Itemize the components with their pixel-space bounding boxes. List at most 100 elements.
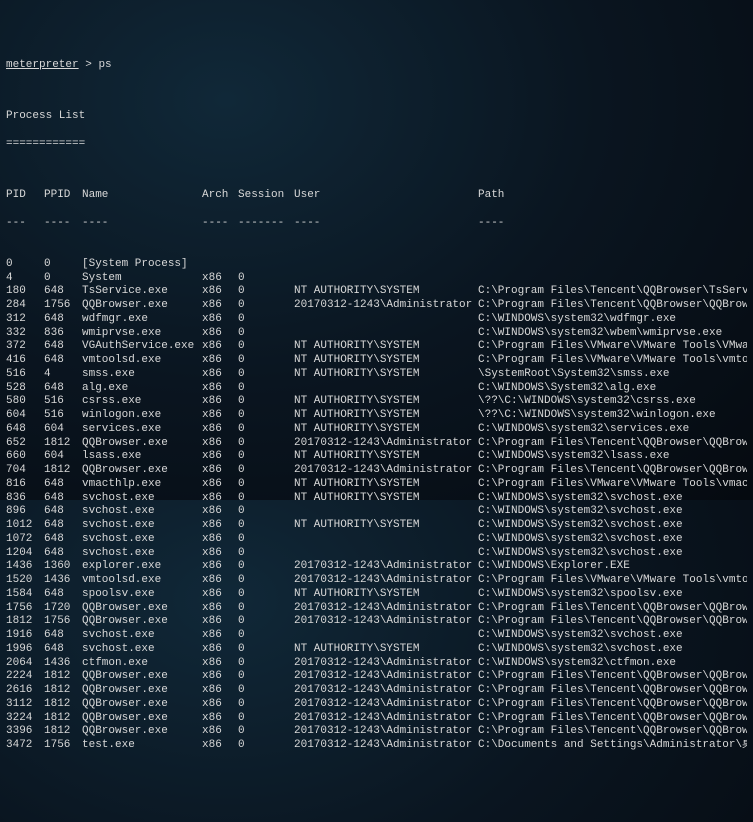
cell-name: ctfmon.exe <box>82 657 202 671</box>
cell-session: 0 <box>238 313 294 327</box>
cell-pid: 1584 <box>6 588 44 602</box>
title-rule: ============ <box>6 138 747 152</box>
cell-user: 20170312-1243\Administrator <box>294 739 478 753</box>
cell-path: C:\Program Files\Tencent\QQBrowser\QQBro… <box>478 712 747 726</box>
cell-arch: x86 <box>202 478 238 492</box>
hdr-arch: Arch <box>202 189 238 203</box>
cell-path: C:\WINDOWS\system32\svchost.exe <box>478 547 747 561</box>
cell-arch: x86 <box>202 602 238 616</box>
cell-arch: x86 <box>202 698 238 712</box>
cell-name: svchost.exe <box>82 519 202 533</box>
cell-user <box>294 629 478 643</box>
cell-user <box>294 547 478 561</box>
cell-ppid: 648 <box>44 285 82 299</box>
cell-user: 20170312-1243\Administrator <box>294 560 478 574</box>
cell-arch: x86 <box>202 629 238 643</box>
cell-pid: 1996 <box>6 643 44 657</box>
table-row: 40Systemx860 <box>6 272 747 286</box>
cell-name: services.exe <box>82 423 202 437</box>
table-row: 896648svchost.exex860C:\WINDOWS\system32… <box>6 505 747 519</box>
cell-session: 0 <box>238 368 294 382</box>
cell-name: svchost.exe <box>82 533 202 547</box>
cell-pid: 648 <box>6 423 44 437</box>
cell-session: 0 <box>238 299 294 313</box>
table-row: 6521812QQBrowser.exex86020170312-1243\Ad… <box>6 437 747 451</box>
cell-path: C:\Program Files\Tencent\QQBrowser\TsSer… <box>478 285 747 299</box>
process-list-title: Process List <box>6 110 747 124</box>
table-row: 17561720QQBrowser.exex86020170312-1243\A… <box>6 602 747 616</box>
cell-session: 0 <box>238 615 294 629</box>
cell-name: smss.exe <box>82 368 202 382</box>
table-row: 580516csrss.exex860NT AUTHORITY\SYSTEM\?… <box>6 395 747 409</box>
cell-pid: 0 <box>6 258 44 272</box>
cell-user: 20170312-1243\Administrator <box>294 464 478 478</box>
prompt-label: meterpreter <box>6 59 79 71</box>
cell-arch: x86 <box>202 670 238 684</box>
cell-pid: 2064 <box>6 657 44 671</box>
cell-arch: x86 <box>202 547 238 561</box>
hdr-pid: PID <box>6 189 44 203</box>
cell-ppid: 648 <box>44 478 82 492</box>
cell-user <box>294 272 478 286</box>
cell-ppid: 648 <box>44 533 82 547</box>
hdr-path: Path <box>478 189 747 203</box>
cell-path: C:\Program Files\VMware\VMware Tools\vmt… <box>478 574 747 588</box>
cell-pid: 516 <box>6 368 44 382</box>
cell-ppid: 648 <box>44 643 82 657</box>
cell-path: C:\Program Files\Tencent\QQBrowser\QQBro… <box>478 684 747 698</box>
cell-path: C:\Program Files\VMware\VMware Tools\vmt… <box>478 354 747 368</box>
cell-user <box>294 533 478 547</box>
cell-pid: 1072 <box>6 533 44 547</box>
cell-name: test.exe <box>82 739 202 753</box>
cell-path: C:\WINDOWS\system32\lsass.exe <box>478 450 747 464</box>
cell-session: 0 <box>238 684 294 698</box>
cell-arch: x86 <box>202 588 238 602</box>
cell-arch: x86 <box>202 409 238 423</box>
cell-arch: x86 <box>202 299 238 313</box>
table-header: PIDPPIDNameArchSessionUserPath <box>6 189 747 203</box>
cell-arch: x86 <box>202 395 238 409</box>
cell-name: explorer.exe <box>82 560 202 574</box>
cell-ppid: 604 <box>44 423 82 437</box>
cell-name: svchost.exe <box>82 643 202 657</box>
cell-session: 0 <box>238 327 294 341</box>
cell-path: C:\WINDOWS\system32\wbem\wmiprvse.exe <box>478 327 747 341</box>
cell-path: C:\WINDOWS\system32\svchost.exe <box>478 629 747 643</box>
cell-name: System <box>82 272 202 286</box>
cell-user: 20170312-1243\Administrator <box>294 437 478 451</box>
cell-pid: 3396 <box>6 725 44 739</box>
cell-arch: x86 <box>202 313 238 327</box>
cell-session: 0 <box>238 285 294 299</box>
cell-ppid: 1812 <box>44 698 82 712</box>
cell-session: 0 <box>238 519 294 533</box>
cell-session: 0 <box>238 657 294 671</box>
cell-path: C:\Program Files\Tencent\QQBrowser\QQBro… <box>478 698 747 712</box>
cell-path: \SystemRoot\System32\smss.exe <box>478 368 747 382</box>
cell-ppid: 1756 <box>44 615 82 629</box>
cell-path: C:\Program Files\Tencent\QQBrowser\QQBro… <box>478 615 747 629</box>
cell-ppid: 4 <box>44 368 82 382</box>
cell-path <box>478 272 747 286</box>
cell-session: 0 <box>238 533 294 547</box>
cell-user: 20170312-1243\Administrator <box>294 712 478 726</box>
cell-path: C:\WINDOWS\System32\alg.exe <box>478 382 747 396</box>
cell-name: csrss.exe <box>82 395 202 409</box>
cell-session: 0 <box>238 272 294 286</box>
cell-arch: x86 <box>202 739 238 753</box>
prompt-line[interactable]: meterpreter > ps <box>6 59 747 73</box>
cell-path: C:\WINDOWS\system32\svchost.exe <box>478 505 747 519</box>
cell-ppid: 1436 <box>44 657 82 671</box>
cell-ppid: 648 <box>44 382 82 396</box>
cell-path: C:\Program Files\Tencent\QQBrowser\QQBro… <box>478 670 747 684</box>
cell-user: NT AUTHORITY\SYSTEM <box>294 423 478 437</box>
cell-arch: x86 <box>202 437 238 451</box>
cell-path: C:\WINDOWS\system32\services.exe <box>478 423 747 437</box>
cell-user: 20170312-1243\Administrator <box>294 698 478 712</box>
table-row: 1012648svchost.exex860NT AUTHORITY\SYSTE… <box>6 519 747 533</box>
cell-user: NT AUTHORITY\SYSTEM <box>294 409 478 423</box>
cell-arch: x86 <box>202 560 238 574</box>
table-row: 372648VGAuthService.exex860NT AUTHORITY\… <box>6 340 747 354</box>
cell-name: QQBrowser.exe <box>82 698 202 712</box>
cell-session <box>238 258 294 272</box>
cell-arch: x86 <box>202 533 238 547</box>
